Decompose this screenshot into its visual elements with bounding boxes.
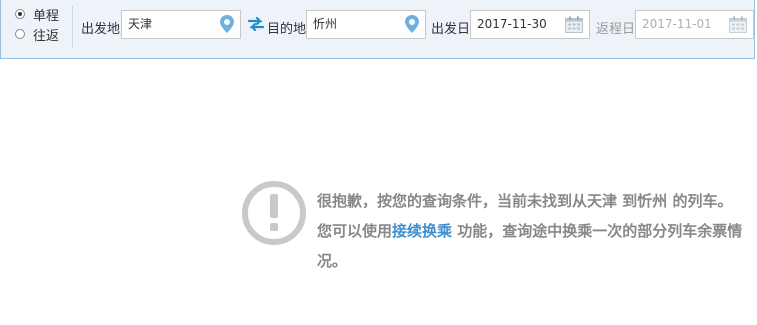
to-label: 目的地: [267, 22, 307, 37]
radio-round-trip-dot[interactable]: [15, 29, 25, 39]
location-pin-icon[interactable]: [405, 15, 419, 33]
from-value: 天津: [128, 17, 153, 31]
transfer-link[interactable]: 接续换乘: [392, 222, 452, 240]
notice-text: 很抱歉，按您的查询条件，当前未找到从天津 到忻州 的列车。您可以使用接续换乘 功…: [317, 186, 747, 276]
depart-date-field[interactable]: 2017-11-30: [470, 10, 590, 39]
radio-one-way-dot[interactable]: [15, 9, 25, 19]
return-date-label: 返程日: [596, 22, 636, 37]
radio-one-way[interactable]: 单程: [15, 4, 59, 24]
depart-date-label: 出发日: [431, 22, 471, 37]
radio-round-trip[interactable]: 往返: [15, 24, 59, 44]
radio-one-way-label: 单程: [33, 8, 60, 24]
from-field[interactable]: 天津: [121, 10, 241, 39]
no-result-notice: 很抱歉，按您的查询条件，当前未找到从天津 到忻州 的列车。您可以使用接续换乘 功…: [241, 180, 751, 280]
depart-date-value: 2017-11-30: [477, 17, 547, 31]
location-pin-icon[interactable]: [220, 15, 234, 33]
from-label: 出发地: [81, 22, 121, 37]
return-date-value: 2017-11-01: [642, 17, 712, 31]
swap-icon[interactable]: [248, 17, 264, 31]
to-field[interactable]: 忻州: [306, 10, 426, 39]
calendar-icon[interactable]: [729, 16, 747, 33]
calendar-icon[interactable]: [565, 16, 583, 33]
return-date-field[interactable]: 2017-11-01: [635, 10, 754, 39]
exclamation-icon: [242, 181, 306, 245]
trip-type-group: 单程 往返: [15, 4, 59, 44]
divider: [72, 6, 73, 48]
radio-round-trip-label: 往返: [33, 28, 60, 44]
search-bar: 单程 往返 出发地 天津 目的地 忻州 出发日 2017-11-30 返程日 2…: [0, 0, 755, 59]
to-value: 忻州: [313, 17, 338, 31]
